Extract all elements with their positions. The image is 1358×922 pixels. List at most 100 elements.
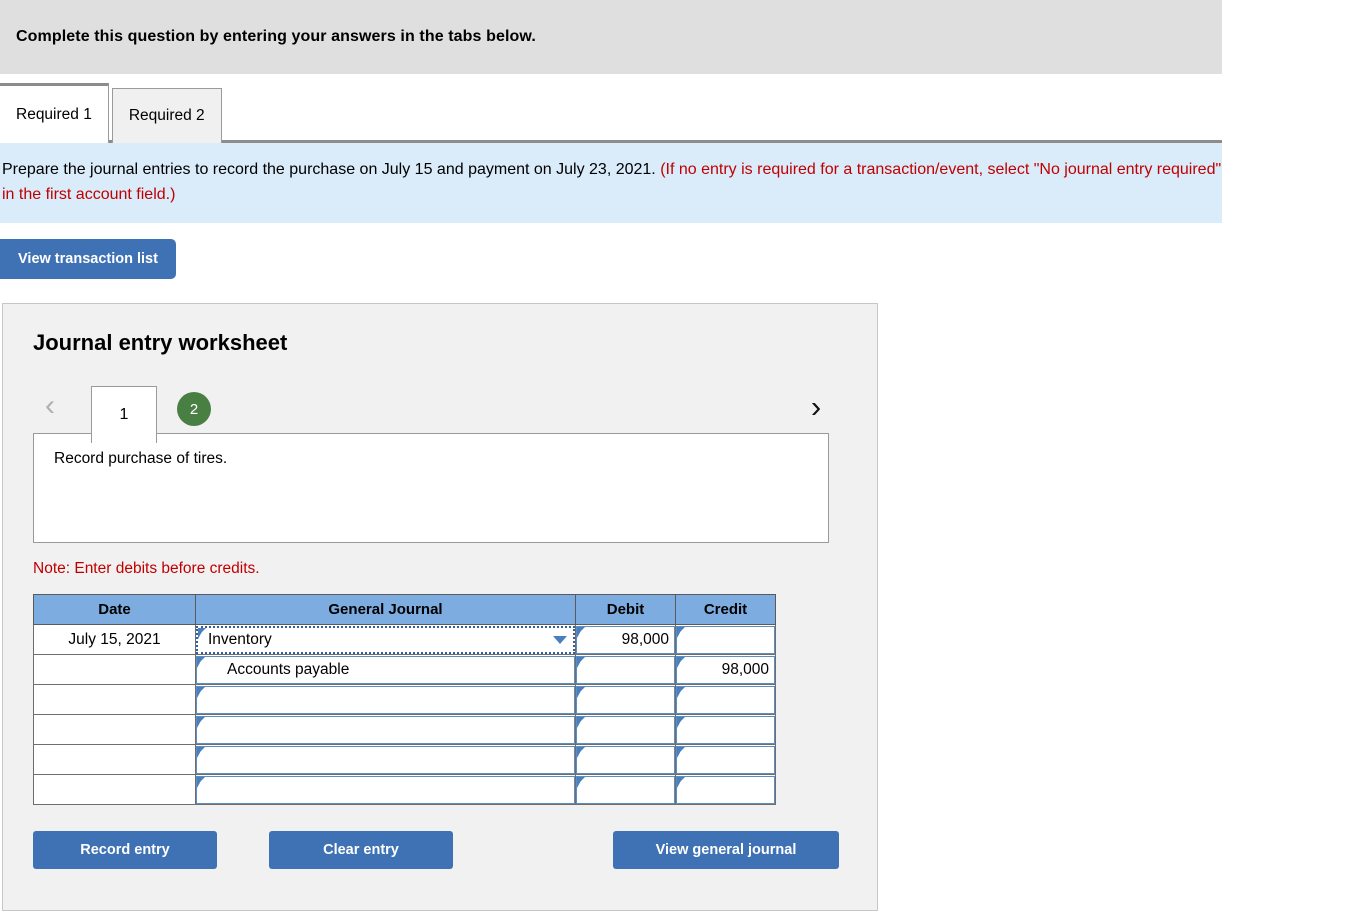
cell-marker-icon <box>577 656 585 668</box>
journal-date-cell[interactable] <box>33 684 196 715</box>
view-general-journal-button[interactable]: View general journal <box>613 831 839 869</box>
journal-account-cell[interactable] <box>195 774 576 805</box>
debits-before-credits-note: Note: Enter debits before credits. <box>33 560 260 577</box>
journal-debit-cell[interactable] <box>575 654 676 685</box>
cell-marker-icon <box>677 656 685 668</box>
pager-page-2[interactable]: 2 <box>177 392 211 426</box>
column-header-debit: Debit <box>575 594 676 625</box>
journal-credit-cell[interactable] <box>675 774 776 805</box>
journal-debit-cell[interactable] <box>575 744 676 775</box>
pager-page-1-label: 1 <box>119 405 129 423</box>
table-row <box>33 714 776 745</box>
debit-value: 98,000 <box>621 630 669 648</box>
journal-credit-cell[interactable] <box>675 624 776 655</box>
journal-date-cell[interactable]: July 15, 2021 <box>33 624 196 655</box>
transaction-list-toolbar: View transaction list <box>0 223 1358 279</box>
account-select[interactable] <box>196 745 575 774</box>
journal-account-cell[interactable] <box>195 714 576 745</box>
journal-credit-cell[interactable]: 98,000 <box>675 654 776 685</box>
debit-input[interactable] <box>576 775 675 804</box>
question-banner-text: Complete this question by entering your … <box>16 28 536 45</box>
journal-debit-cell[interactable] <box>575 684 676 715</box>
instruction-main-text: Prepare the journal entries to record th… <box>2 161 661 178</box>
account-select[interactable]: Accounts payable <box>196 655 575 684</box>
column-header-date: Date <box>33 594 196 625</box>
cell-marker-icon <box>577 626 585 638</box>
debit-input[interactable] <box>576 685 675 714</box>
journal-date-cell[interactable] <box>33 654 196 685</box>
account-select[interactable]: Inventory <box>196 625 575 654</box>
journal-date-cell[interactable] <box>33 744 196 775</box>
credit-input[interactable] <box>676 775 775 804</box>
tab-required-1-label: Required 1 <box>16 105 92 123</box>
credit-input[interactable] <box>676 685 775 714</box>
tab-required-2[interactable]: Required 2 <box>111 88 222 143</box>
view-transaction-list-button[interactable]: View transaction list <box>0 239 176 279</box>
account-name-text: Inventory <box>208 630 272 648</box>
cell-marker-icon <box>677 626 685 638</box>
credit-input[interactable]: 98,000 <box>676 655 775 684</box>
journal-debit-cell[interactable] <box>575 774 676 805</box>
journal-account-cell[interactable]: Inventory <box>195 624 576 655</box>
pager-page-1[interactable]: 1 <box>91 385 157 443</box>
debit-input[interactable] <box>576 715 675 744</box>
chevron-down-icon[interactable] <box>549 629 571 651</box>
credit-input[interactable] <box>676 625 775 654</box>
journal-date-cell[interactable] <box>33 714 196 745</box>
cell-marker-icon <box>577 746 585 758</box>
cell-marker-icon <box>197 776 205 788</box>
tab-required-2-label: Required 2 <box>128 107 205 124</box>
worksheet-action-buttons: Record entry Clear entry View general jo… <box>33 831 877 869</box>
cell-marker-icon <box>677 716 685 728</box>
account-select[interactable] <box>196 715 575 744</box>
account-select[interactable] <box>196 775 575 804</box>
table-row: July 15, 2021 Inventory 98,000 <box>33 624 776 655</box>
account-select[interactable] <box>196 685 575 714</box>
cell-marker-icon <box>577 686 585 698</box>
journal-credit-cell[interactable] <box>675 684 776 715</box>
journal-credit-cell[interactable] <box>675 714 776 745</box>
table-row <box>33 684 776 715</box>
cell-marker-icon <box>577 716 585 728</box>
journal-debit-cell[interactable] <box>575 714 676 745</box>
instruction-banner: Prepare the journal entries to record th… <box>0 143 1222 223</box>
debit-input[interactable]: 98,000 <box>576 625 675 654</box>
journal-account-cell[interactable] <box>195 684 576 715</box>
cell-marker-icon <box>197 716 205 728</box>
journal-date-cell[interactable] <box>33 774 196 805</box>
record-entry-button[interactable]: Record entry <box>33 831 217 869</box>
cell-marker-icon <box>197 686 205 698</box>
journal-table-body: July 15, 2021 Inventory 98,000 Accounts pay… <box>33 624 776 805</box>
cell-marker-icon <box>677 746 685 758</box>
pager-page-2-label: 2 <box>189 400 199 418</box>
journal-debit-cell[interactable]: 98,000 <box>575 624 676 655</box>
journal-credit-cell[interactable] <box>675 744 776 775</box>
account-name-text: Accounts payable <box>227 660 350 678</box>
clear-entry-button[interactable]: Clear entry <box>269 831 453 869</box>
tab-required-1[interactable]: Required 1 <box>0 83 109 143</box>
cell-marker-icon <box>197 746 205 758</box>
column-header-general-journal: General Journal <box>195 594 576 625</box>
journal-table-header-row: Date General Journal Debit Credit <box>33 594 776 625</box>
entry-description-box: Record purchase of tires. <box>33 433 829 543</box>
credit-input[interactable] <box>676 715 775 744</box>
table-row <box>33 744 776 775</box>
debit-input[interactable] <box>576 655 675 684</box>
cell-marker-icon <box>198 627 206 639</box>
journal-account-cell[interactable] <box>195 744 576 775</box>
cell-marker-icon <box>197 656 205 668</box>
chevron-right-icon[interactable]: › <box>799 391 833 422</box>
chevron-left-icon[interactable]: ‹ <box>33 391 67 421</box>
table-row <box>33 774 776 805</box>
worksheet-title: Journal entry worksheet <box>33 330 288 355</box>
credit-value: 98,000 <box>721 660 769 678</box>
question-banner: Complete this question by entering your … <box>0 0 1222 74</box>
debit-input[interactable] <box>576 745 675 774</box>
journal-account-cell[interactable]: Accounts payable <box>195 654 576 685</box>
cell-marker-icon <box>677 686 685 698</box>
worksheet-pager: ‹ 1 2 › <box>33 378 833 443</box>
cell-marker-icon <box>577 776 585 788</box>
table-row: Accounts payable 98,000 <box>33 654 776 685</box>
credit-input[interactable] <box>676 745 775 774</box>
journal-entry-worksheet-panel: Journal entry worksheet ‹ 1 2 › Record p… <box>2 303 878 911</box>
